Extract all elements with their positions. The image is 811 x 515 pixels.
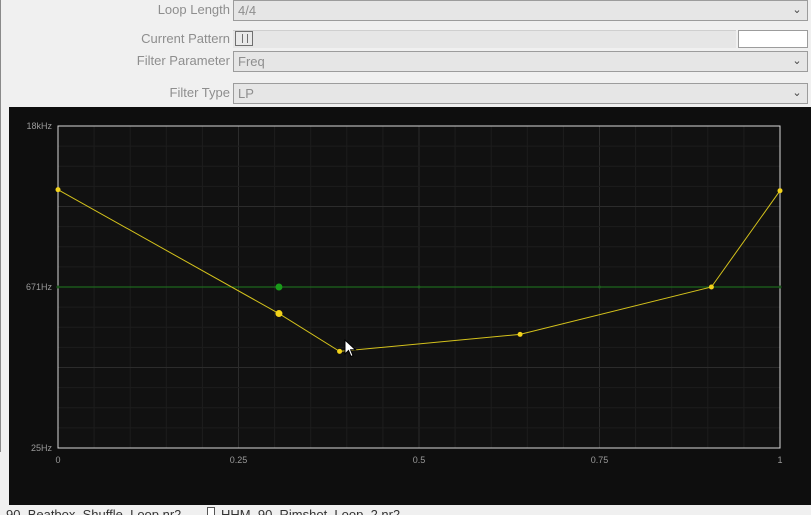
chevron-down-icon[interactable]: ⌄	[791, 52, 803, 71]
file-icon	[207, 507, 215, 515]
filter-type-value: LP	[238, 86, 254, 101]
x-tick-label: 0.5	[413, 455, 426, 465]
envelope-point[interactable]	[55, 187, 61, 193]
envelope-point[interactable]	[777, 188, 783, 194]
x-tick-label: 0	[55, 455, 60, 465]
envelope-chart[interactable]: 18kHz 671Hz 25Hz0 0.25 0.5 0.75 1	[9, 107, 811, 505]
chevron-down-icon[interactable]: ⌄	[791, 1, 803, 20]
loop-length-dropdown[interactable]: 4/4 ⌄	[233, 0, 808, 21]
reference-tick-dot	[417, 285, 421, 289]
x-tick-label: 0.25	[230, 455, 248, 465]
current-pattern-slider-thumb[interactable]	[235, 31, 253, 46]
mouse-cursor-icon	[344, 339, 357, 358]
reference-tick-dot	[56, 285, 60, 289]
x-tick-label: 0.75	[591, 455, 609, 465]
chevron-down-icon[interactable]: ⌄	[791, 84, 803, 103]
filter-parameter-dropdown[interactable]: Freq ⌄	[233, 51, 808, 72]
file-list-strip: 90_Beatbox_Shuffle_Loop.nr2 HHM_90_Rimsh…	[0, 505, 811, 515]
reference-tick-dot	[778, 285, 782, 289]
loop-length-label: Loop Length	[157, 2, 230, 17]
filter-parameter-label: Filter Parameter	[136, 53, 230, 68]
filter-parameter-value: Freq	[238, 54, 265, 69]
envelope-point[interactable]	[337, 348, 343, 354]
automation-envelope-panel[interactable]: 18kHz 671Hz 25Hz 0 0.25 0.5 0.75 1	[9, 107, 811, 505]
current-pattern-label: Current Pattern	[141, 31, 230, 46]
x-tick-label: 1	[777, 455, 782, 465]
file-item-2[interactable]: HHM_90_Rimshot_Loop_2.nr2	[221, 507, 400, 515]
envelope-point[interactable]	[708, 284, 714, 290]
current-pattern-input[interactable]	[738, 30, 808, 48]
current-pattern-slider-track[interactable]	[233, 30, 736, 48]
reference-marker[interactable]	[275, 283, 283, 291]
loop-length-value: 4/4	[238, 3, 257, 18]
filter-type-dropdown[interactable]: LP ⌄	[233, 83, 808, 104]
y-tick-label: 25Hz	[31, 443, 53, 453]
reference-tick-dot	[598, 285, 601, 289]
filter-type-label: Filter Type	[169, 85, 230, 100]
file-item-1[interactable]: 90_Beatbox_Shuffle_Loop.nr2	[6, 507, 181, 515]
left-edge-border	[0, 0, 1, 452]
y-tick-label: 18kHz	[26, 121, 52, 131]
y-tick-label: 671Hz	[26, 282, 53, 292]
envelope-point[interactable]	[275, 310, 283, 318]
envelope-point[interactable]	[517, 331, 523, 337]
